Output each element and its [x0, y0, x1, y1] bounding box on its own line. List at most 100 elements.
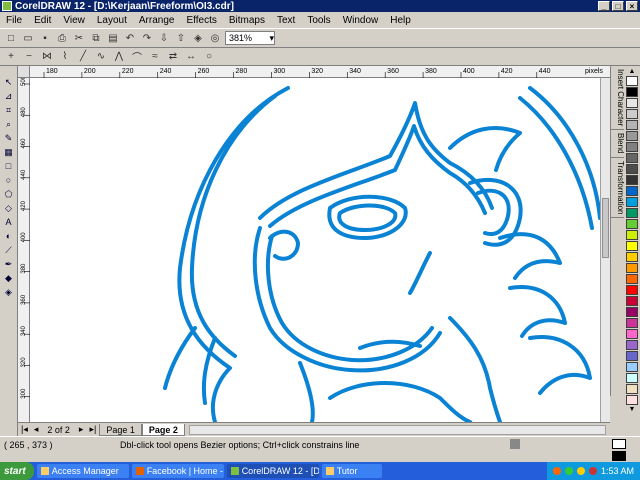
node-add-icon[interactable]: + [4, 50, 18, 64]
menu-file[interactable]: File [0, 15, 28, 26]
drawing-canvas[interactable] [30, 78, 600, 422]
palette-swatch[interactable] [626, 384, 638, 394]
menu-text[interactable]: Text [271, 15, 301, 26]
palette-swatch[interactable] [626, 76, 638, 86]
pick-tool-icon[interactable]: ↖ [2, 76, 16, 88]
zoom-tool-icon[interactable]: ⌕ [2, 118, 16, 130]
tray-icon-4[interactable] [588, 467, 597, 475]
menu-layout[interactable]: Layout [91, 15, 133, 26]
open-icon[interactable]: ▭ [21, 31, 35, 45]
outline-tool-icon[interactable]: ✒ [2, 258, 16, 270]
palette-swatch[interactable] [626, 175, 638, 185]
save-icon[interactable]: ▪ [38, 31, 52, 45]
reverse-direction-icon[interactable]: ⇄ [166, 50, 180, 64]
menu-edit[interactable]: Edit [28, 15, 57, 26]
smooth-node-icon[interactable]: ⌒ [130, 50, 144, 64]
vertical-scrollbar[interactable] [600, 78, 610, 422]
palette-swatch[interactable] [626, 109, 638, 119]
scrollbar-thumb[interactable] [602, 198, 609, 258]
palette-swatch[interactable] [626, 362, 638, 372]
ellipse-tool-icon[interactable]: ○ [2, 174, 16, 186]
rectangle-tool-icon[interactable]: □ [2, 160, 16, 172]
tray-icon-2[interactable] [564, 467, 573, 475]
corel-online-icon[interactable]: ◎ [208, 31, 222, 45]
cusp-node-icon[interactable]: ⋀ [112, 50, 126, 64]
palette-swatch[interactable] [626, 351, 638, 361]
palette-swatch[interactable] [626, 252, 638, 262]
node-delete-icon[interactable]: − [22, 50, 36, 64]
start-button[interactable]: start [0, 462, 34, 480]
tab-page-2[interactable]: Page 2 [141, 423, 185, 436]
task-coreldraw[interactable]: CorelDRAW 12 - [D:\K... [226, 464, 319, 478]
palette-swatch[interactable] [626, 318, 638, 328]
menu-effects[interactable]: Effects [180, 15, 222, 26]
close-button[interactable]: × [626, 1, 638, 11]
menu-window[interactable]: Window [337, 15, 385, 26]
fill-swatch-none[interactable] [612, 439, 626, 449]
maximize-button[interactable]: □ [612, 1, 624, 11]
palette-swatch[interactable] [626, 197, 638, 207]
palette-swatch[interactable] [626, 296, 638, 306]
palette-swatch[interactable] [626, 241, 638, 251]
prev-page-icon[interactable]: ◂ [31, 424, 42, 435]
close-curve-icon[interactable]: ○ [202, 50, 216, 64]
menu-view[interactable]: View [57, 15, 91, 26]
outline-swatch[interactable] [612, 451, 626, 461]
redo-icon[interactable]: ↷ [140, 31, 154, 45]
palette-swatch[interactable] [626, 285, 638, 295]
extend-curve-icon[interactable]: ↔ [184, 50, 198, 64]
tab-page-1[interactable]: Page 1 [99, 423, 142, 436]
docker-tab-transformation[interactable]: Transformation [611, 158, 625, 219]
palette-swatch[interactable] [626, 230, 638, 240]
paste-icon[interactable]: ▤ [106, 31, 120, 45]
ruler-origin[interactable] [18, 66, 30, 78]
smart-fill-tool-icon[interactable]: ▦ [2, 146, 16, 158]
vertical-ruler[interactable]: 500 480 460 440 420 400 380 360 340 320 300 [18, 75, 30, 422]
application-launcher-icon[interactable]: ◈ [191, 31, 205, 45]
palette-swatch[interactable] [626, 340, 638, 350]
zoom-level-select[interactable]: 381% ▾ [225, 31, 275, 45]
palette-scroll-down-icon[interactable]: ▼ [629, 406, 636, 413]
import-icon[interactable]: ⇩ [157, 31, 171, 45]
palette-swatch[interactable] [626, 395, 638, 405]
palette-swatch[interactable] [626, 307, 638, 317]
task-tutor[interactable]: Tutor [321, 464, 382, 478]
undo-icon[interactable]: ↶ [123, 31, 137, 45]
palette-swatch[interactable] [626, 164, 638, 174]
palette-swatch[interactable] [626, 120, 638, 130]
break-curve-icon[interactable]: ⌇ [58, 50, 72, 64]
palette-swatch[interactable] [626, 186, 638, 196]
tray-icon-1[interactable] [552, 467, 561, 475]
clock[interactable]: 1:53 AM [601, 466, 634, 476]
freeform-character-drawing[interactable] [30, 78, 600, 422]
join-nodes-icon[interactable]: ⋈ [40, 50, 54, 64]
palette-swatch[interactable] [626, 131, 638, 141]
task-facebook-firefox[interactable]: Facebook | Home - Mozill... [131, 464, 224, 478]
palette-swatch[interactable] [626, 208, 638, 218]
shape-tool-icon[interactable]: ⊿ [2, 90, 16, 102]
palette-swatch[interactable] [626, 219, 638, 229]
crop-tool-icon[interactable]: ⌗ [2, 104, 16, 116]
menu-bitmaps[interactable]: Bitmaps [223, 15, 271, 26]
interactive-fill-tool-icon[interactable]: ◈ [2, 286, 16, 298]
docker-tab-blend[interactable]: Blend [611, 130, 625, 158]
palette-swatch[interactable] [626, 98, 638, 108]
tray-icon-3[interactable] [576, 467, 585, 475]
docker-tab-insert-character[interactable]: Insert Character [611, 66, 625, 131]
last-page-icon[interactable]: ▸| [86, 424, 99, 435]
polygon-tool-icon[interactable]: ⬠ [2, 188, 16, 200]
fill-indicator-icon[interactable] [510, 439, 520, 449]
palette-swatch[interactable] [626, 263, 638, 273]
menu-arrange[interactable]: Arrange [133, 15, 181, 26]
new-icon[interactable]: □ [4, 31, 18, 45]
symmetrical-node-icon[interactable]: ≈ [148, 50, 162, 64]
fill-tool-icon[interactable]: ◆ [2, 272, 16, 284]
palette-swatch[interactable] [626, 87, 638, 97]
horizontal-scrollbar[interactable] [188, 424, 606, 435]
task-access-manager[interactable]: Access Manager [36, 464, 129, 478]
palette-swatch[interactable] [626, 153, 638, 163]
to-curve-icon[interactable]: ∿ [94, 50, 108, 64]
cut-icon[interactable]: ✂ [72, 31, 86, 45]
freehand-tool-icon[interactable]: ✎ [2, 132, 16, 144]
palette-swatch[interactable] [626, 274, 638, 284]
